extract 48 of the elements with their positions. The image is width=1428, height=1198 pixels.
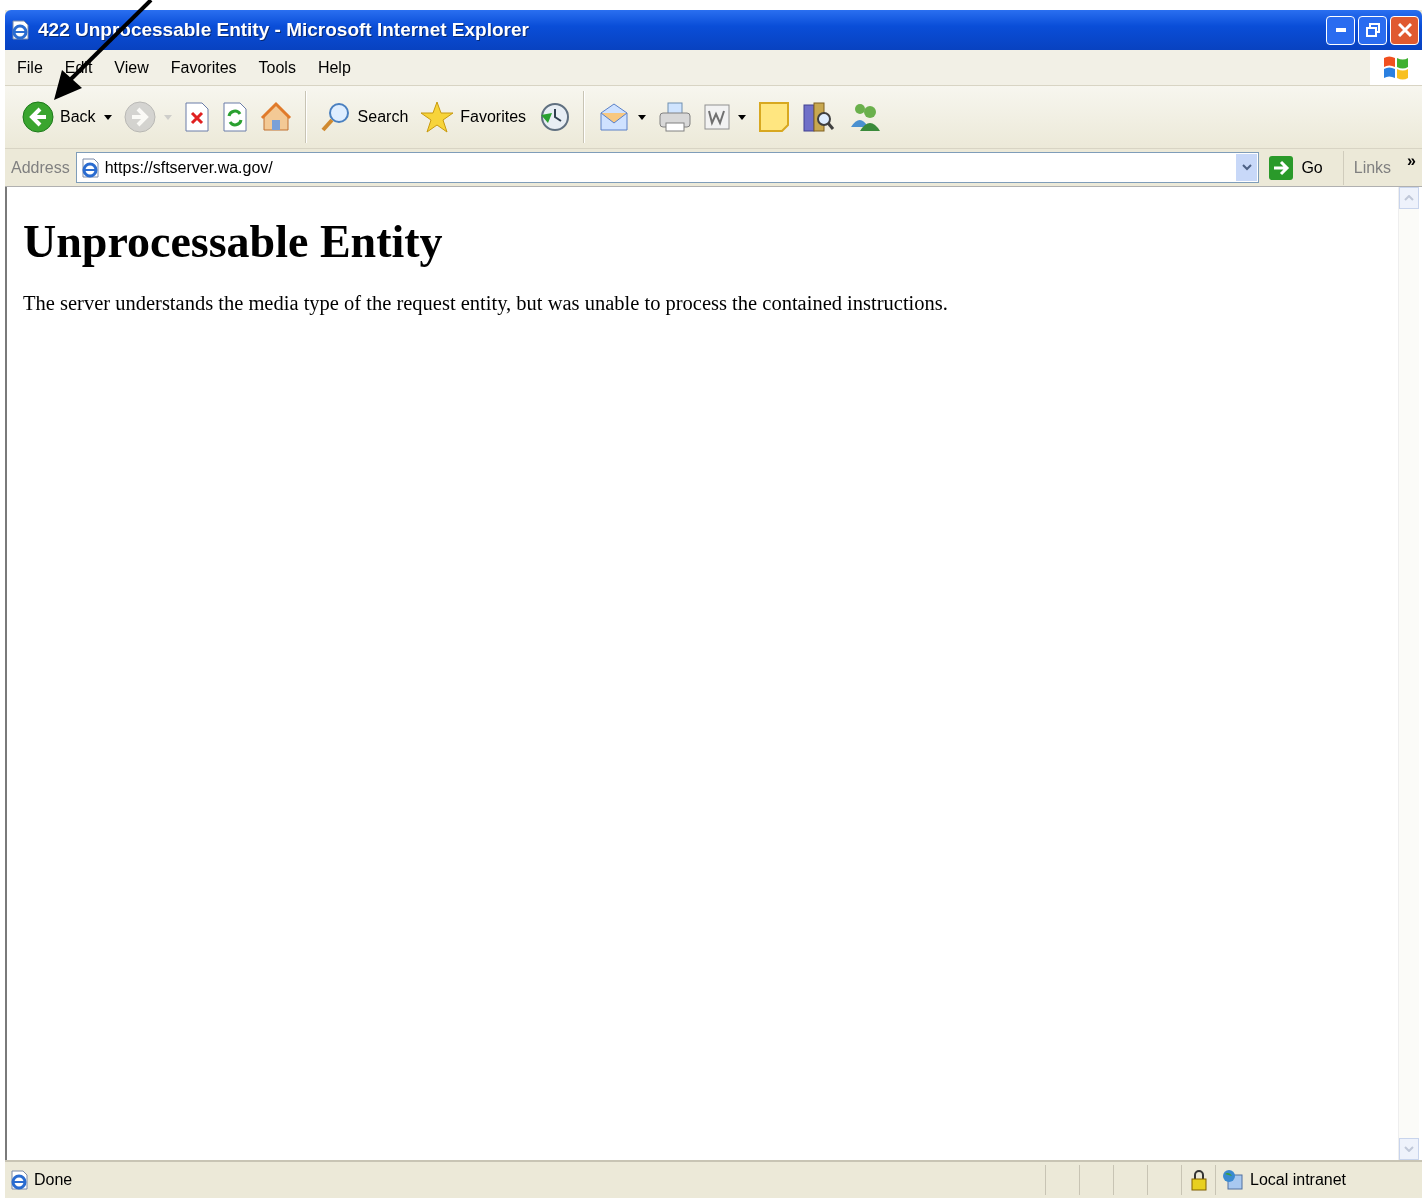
restore-button[interactable]: [1358, 15, 1387, 45]
stop-icon: [183, 101, 210, 133]
more-links-button[interactable]: »: [1401, 151, 1422, 184]
padlock-icon: [1190, 1169, 1207, 1191]
menu-item[interactable]: Help: [305, 56, 361, 79]
menu-item[interactable]: File: [5, 56, 53, 79]
minimize-button[interactable]: [1326, 15, 1355, 45]
address-field[interactable]: https://sftserver.wa.gov/: [75, 152, 1260, 183]
close-button[interactable]: [1390, 15, 1419, 45]
mail-icon: [598, 101, 631, 133]
caret-icon: [163, 114, 172, 120]
research-icon: [802, 101, 837, 133]
page-heading: Unprocessable Entity: [23, 215, 444, 268]
ie-page-icon: [79, 157, 100, 178]
error-message: The server understands the media type of the request entity, but was unable to process the contained instructions.: [23, 292, 949, 315]
zone-text: Local intranet: [1250, 1171, 1347, 1189]
note-icon: [758, 101, 791, 133]
close-icon: [1397, 23, 1412, 37]
network-globe-icon: [1222, 1169, 1244, 1191]
history-icon: [538, 101, 571, 133]
messenger-icon: [848, 101, 883, 133]
restore-icon: [1365, 23, 1380, 37]
caret-icon: [638, 114, 647, 120]
edit-icon: [704, 104, 731, 130]
go-button[interactable]: Go: [1265, 150, 1344, 185]
menu-item[interactable]: Favorites: [158, 56, 247, 79]
favorites-button[interactable]: Favorites: [417, 95, 530, 139]
minimize-icon: [1335, 28, 1346, 32]
home-icon: [259, 101, 292, 133]
menu-item[interactable]: Tools: [246, 56, 306, 79]
back-button[interactable]: Back: [19, 95, 115, 139]
address-label: Address: [11, 158, 70, 177]
forward-icon: [123, 101, 156, 133]
favorites-icon: [420, 100, 455, 134]
ie-page-icon: [9, 1170, 29, 1190]
scroll-down-icon: [1404, 1146, 1414, 1152]
search-button[interactable]: Search: [316, 95, 412, 139]
scroll-up-icon: [1404, 195, 1414, 201]
print-icon: [658, 101, 693, 133]
refresh-icon: [221, 101, 248, 133]
menu-item[interactable]: View: [102, 56, 159, 79]
ie-page-icon: [10, 20, 30, 40]
status-text: Done: [34, 1171, 73, 1189]
scrollbar[interactable]: [1398, 187, 1419, 1160]
search-icon: [319, 101, 352, 133]
back-icon: [22, 101, 54, 133]
caret-icon: [738, 114, 747, 120]
caret-icon: [103, 114, 112, 120]
